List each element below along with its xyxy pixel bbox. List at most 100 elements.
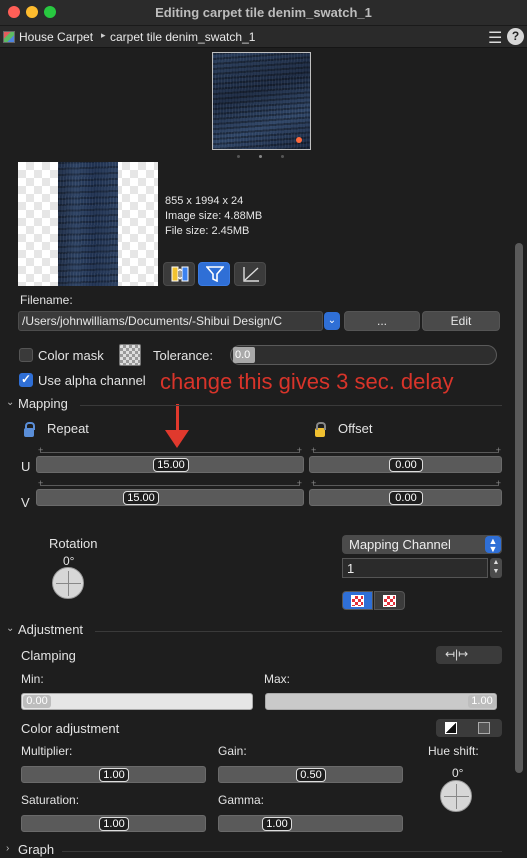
curve-button[interactable] [234,262,266,286]
color-adjustment-label: Color adjustment [21,721,120,736]
pager-dot[interactable] [237,155,240,158]
adjustment-section-header[interactable]: ⌄ Adjustment [0,622,510,640]
breadcrumb-root[interactable]: House Carpet [19,30,93,44]
gain-slider[interactable]: 0.50 [218,766,403,783]
texture-file-size: File size: 2.45MB [165,225,250,237]
offset-u-value[interactable]: 0.00 [389,458,423,472]
u-label: U [21,459,31,474]
hue-shift-label: Hue shift: [428,744,479,758]
multiplier-value[interactable]: 1.00 [99,768,129,782]
min-value[interactable]: 0.00 [23,695,51,708]
min-slider[interactable]: 0.00 [21,693,253,710]
edit-button[interactable]: Edit [422,311,500,331]
checker-icon [351,595,364,607]
flip-icon [171,266,189,282]
help-icon[interactable]: ? [507,28,524,45]
hue-shift-dial[interactable] [440,780,472,812]
mapping-channel-field[interactable]: 1 [342,558,488,578]
checker-icon [383,595,396,607]
list-icon[interactable]: ☰ [488,28,502,48]
mapping-channel-stepper[interactable]: ▲ ▼ [490,558,502,578]
scrollbar[interactable] [515,243,523,773]
title-bar: Editing carpet tile denim_swatch_1 [0,0,527,26]
offset-v-slider[interactable]: 0.00 [309,489,502,506]
multiplier-slider[interactable]: 1.00 [21,766,206,783]
mask-color-swatch[interactable] [119,344,141,366]
gamma-slider[interactable]: 1.00 [218,815,403,832]
mapping-title: Mapping [18,396,68,411]
mirror-mode-button[interactable] [374,591,405,610]
pager-dot-active[interactable] [259,155,262,158]
section-divider [95,631,502,632]
saturation-value[interactable]: 1.00 [99,817,129,831]
gamma-label: Gamma: [218,793,265,807]
annotation-arrow-head [165,430,189,448]
mapping-section-header[interactable]: ⌄ Mapping [0,396,510,414]
clamping-mode-segment[interactable]: ↤|↦ [436,646,502,664]
tile-mode-button[interactable] [342,591,373,610]
color-mask-label: Color mask [38,348,104,363]
contrast-icon[interactable] [445,722,457,734]
repeat-label: Repeat [47,421,89,436]
denim-texture-image [58,162,118,286]
color-adjust-mode-segment[interactable] [436,719,502,737]
multiplier-label: Multiplier: [21,744,73,758]
tolerance-value[interactable]: 0.0 [233,347,255,363]
tolerance-slider[interactable]: 0.0 [230,345,497,365]
adjustment-title: Adjustment [18,622,84,637]
v-label: V [21,495,30,510]
max-label: Max: [264,672,291,686]
alpha-channel-label: Use alpha channel [38,373,146,388]
section-divider [62,851,502,852]
breadcrumb-current[interactable]: carpet tile denim_swatch_1 [110,30,255,44]
chevron-right-icon: › [6,843,10,854]
texture-info: 855 x 1994 x 24 Image size: 4.88MB File … [165,194,262,239]
clamp-split-icon[interactable]: ↤|↦ [445,647,468,661]
offset-u-slider[interactable]: 0.00 [309,456,502,473]
chevron-down-icon: ⌄ [6,623,15,634]
alpha-channel-checkbox[interactable] [19,372,33,387]
square-icon[interactable] [478,722,490,734]
max-slider[interactable]: 1.00 [265,693,497,710]
gain-value[interactable]: 0.50 [296,768,326,782]
material-icon [3,31,15,43]
light-source-dot [296,137,302,143]
material-preview-area [0,48,527,160]
filter-icon [206,266,224,282]
color-mask-checkbox[interactable] [19,348,33,362]
breadcrumb-separator-icon: ▸ [101,30,106,40]
filter-button[interactable] [198,262,230,286]
graph-title: Graph [18,842,55,857]
hue-shift-value: 0° [452,766,464,780]
filename-dropdown-button[interactable]: ⌄ [324,312,340,330]
mapping-channel-select[interactable]: Mapping Channel ▲ ▼ [342,535,502,554]
graph-section-header[interactable]: › Graph [0,842,510,858]
repeat-v-value[interactable]: 15.00 [123,491,159,505]
pager-dot[interactable] [281,155,284,158]
flip-button[interactable] [163,262,195,286]
repeat-v-slider[interactable]: 15.00 [36,489,304,506]
window-title: Editing carpet tile denim_swatch_1 [155,5,372,20]
min-label: Min: [21,672,44,686]
gain-label: Gain: [218,744,247,758]
texture-dimensions: 855 x 1994 x 24 [165,195,244,207]
annotation-text: change this gives 3 sec. delay [160,369,454,394]
repeat-u-value[interactable]: 15.00 [153,458,189,472]
texture-thumbnail[interactable] [18,162,158,286]
max-value[interactable]: 1.00 [468,695,496,708]
saturation-label: Saturation: [21,793,80,807]
chevron-updown-icon: ▲ ▼ [485,536,501,554]
repeat-u-slider[interactable]: 15.00 [36,456,304,473]
browse-button[interactable]: ... [344,311,420,331]
saturation-slider[interactable]: 1.00 [21,815,206,832]
offset-v-value[interactable]: 0.00 [389,491,423,505]
tolerance-label: Tolerance: [153,348,213,363]
filename-field[interactable]: /Users/johnwilliams/Documents/-Shibui De… [18,311,323,331]
unlock-icon[interactable] [315,422,326,437]
rotation-dial[interactable] [52,567,84,599]
lock-icon[interactable] [24,422,35,437]
gamma-value[interactable]: 1.00 [262,817,292,831]
breadcrumb: House Carpet ▸ carpet tile denim_swatch_… [0,26,527,48]
material-preview-thumbnail[interactable] [212,52,311,150]
filename-label: Filename: [20,293,73,307]
